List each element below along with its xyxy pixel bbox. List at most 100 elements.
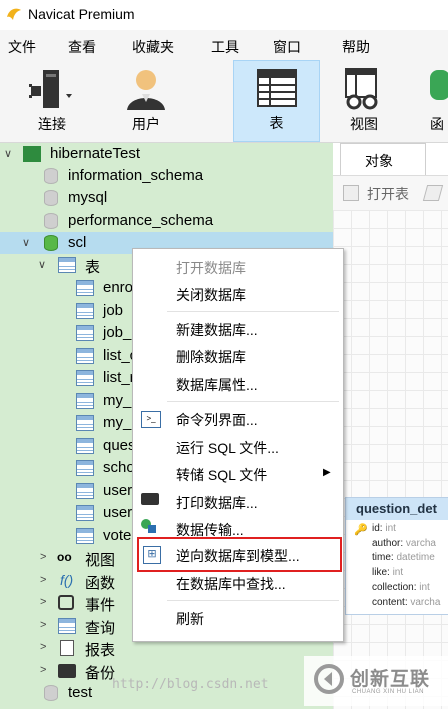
db-label: information_schema [68,167,204,184]
table-label: user [103,482,133,499]
menu-separator [167,600,339,601]
design-table-icon[interactable] [422,185,444,201]
menu-window[interactable]: 窗口 [273,37,301,57]
tree-db[interactable]: performance_schema [0,210,333,232]
table-icon [76,438,94,454]
tree-db[interactable]: mysql [0,187,333,209]
brand-name: 创新互联 [350,669,431,690]
node-label: 函数 [85,575,116,592]
menu-favorites[interactable]: 收藏夹 [132,37,174,57]
tree-connection[interactable]: ∨ hibernateTest [0,143,333,165]
node-label: 视图 [85,552,116,569]
table-label: 表 [269,115,284,131]
printer-icon [141,493,159,505]
connect-icon [29,70,72,108]
collapse-arrow-icon[interactable]: ∨ [4,147,12,160]
menu-dump-sql-file[interactable]: 转储 SQL 文件 [176,465,267,485]
table-icon [76,280,94,296]
primary-key-icon: 🔑 [354,524,368,536]
database-icon [44,168,58,184]
window-title: Navicat Premium [28,6,135,22]
table-label: job_ [103,324,132,341]
menu-help[interactable]: 帮助 [342,37,370,57]
brand-logo-icon [314,664,344,694]
table-icon [76,303,94,319]
view-node-icon: oo [57,550,72,564]
menu-run-sql-file[interactable]: 运行 SQL 文件... [176,438,279,458]
console-icon: >_ [141,411,161,428]
open-table-button[interactable]: 打开表 [367,184,409,204]
table-group-icon [58,257,76,273]
title-bar: Navicat Premium [0,0,448,30]
menu-view[interactable]: 查看 [68,37,96,57]
menu-database-properties[interactable]: 数据库属性... [176,375,258,395]
menu-separator [167,311,339,312]
database-open-icon [44,235,58,251]
field-row: like: int [372,567,404,578]
table-icon [76,348,94,364]
user-label: 用户 [132,116,160,132]
expand-arrow-icon[interactable]: > [40,596,46,608]
field-row: id: int [372,523,396,534]
database-context-menu: 打开数据库 关闭数据库 新建数据库... 删除数据库 数据库属性... >_ 命… [132,248,344,642]
menu-close-database[interactable]: 关闭数据库 [176,285,246,305]
connect-label: 连接 [38,116,66,132]
toolbar: 连接 用户 表 视图 函 [0,60,448,143]
tab-objects-label: 对象 [365,153,393,169]
database-icon [44,190,58,206]
table-label: vote [103,527,132,544]
table-label: user [103,504,133,521]
menu-file[interactable]: 文件 [8,37,36,57]
collapse-arrow-icon[interactable]: ∨ [38,258,46,271]
expand-arrow-icon[interactable]: > [40,574,46,586]
data-transfer-icon-part [148,525,156,533]
node-label: 报表 [85,642,116,659]
menu-delete-database[interactable]: 删除数据库 [176,347,246,367]
watermark-url: http://blog.csdn.net [112,677,269,692]
tab-objects[interactable]: 对象 [340,143,426,175]
menu-refresh[interactable]: 刷新 [176,609,204,629]
expand-arrow-icon[interactable]: > [40,551,46,563]
table-icon [76,325,94,341]
db-label: performance_schema [68,212,214,229]
query-node-icon [58,618,76,634]
menu-tools[interactable]: 工具 [211,37,239,57]
db-label: mysql [68,189,108,206]
view-button[interactable]: 视图 [330,60,398,142]
function-button[interactable]: 函 [418,60,448,142]
table-icon [76,370,94,386]
model-table-card[interactable]: question_det 🔑 id: int author: varcha ti… [345,497,448,615]
tree-db[interactable]: information_schema [0,165,333,187]
table-label: ques [103,437,136,454]
event-node-icon [58,595,74,610]
user-button[interactable]: 用户 [108,60,184,142]
collapse-arrow-icon[interactable]: ∨ [22,236,30,249]
database-icon [44,213,58,229]
menu-separator [167,401,339,402]
table-label: job [103,302,124,319]
node-label: 查询 [85,620,116,637]
table-icon [76,483,94,499]
function-label: 函 [430,116,444,132]
view-label: 视图 [350,116,378,132]
menu-command-line[interactable]: 命令列界面... [176,410,258,430]
function-node-icon: f() [60,572,74,588]
highlight-box [137,537,342,572]
open-table-icon [343,185,359,201]
expand-arrow-icon[interactable]: > [40,619,46,631]
connect-button[interactable]: 连接 [14,60,90,142]
db-label: scl [68,234,87,251]
menu-new-database[interactable]: 新建数据库... [176,320,258,340]
object-toolbar: 打开表 [333,175,448,211]
expand-arrow-icon[interactable]: > [40,641,46,653]
table-button[interactable]: 表 [233,60,320,142]
brand-subtitle: CHUANG XIN HU LIAN [352,689,425,695]
menu-print-database[interactable]: 打印数据库... [176,493,258,513]
backup-node-icon [58,664,76,678]
expand-arrow-icon[interactable]: > [40,664,46,676]
table-label: list_r [103,369,135,386]
field-row: author: varcha [372,538,436,549]
submenu-arrow-icon: ▶ [323,467,331,478]
menu-find-in-database[interactable]: 在数据库中查找... [176,574,286,594]
table-label: enro [103,279,134,296]
